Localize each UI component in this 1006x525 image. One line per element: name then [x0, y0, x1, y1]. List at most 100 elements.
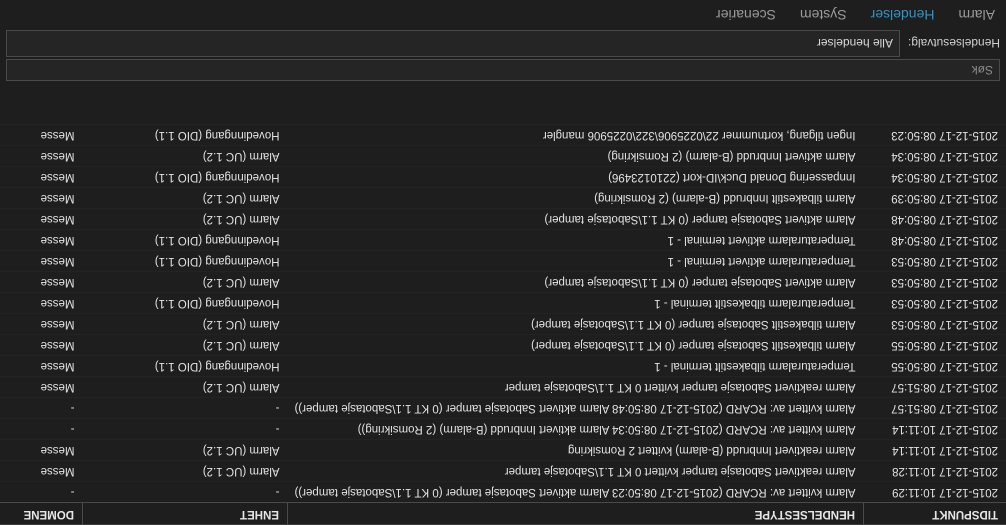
cell-event-type: Temperaturalarm tilbakestilt terminal - …: [287, 292, 864, 314]
column-header-enhet[interactable]: ENHET: [82, 502, 288, 524]
table-row[interactable]: 2015-12-17 08:50:55 Alarm tilbakestilt Sa…: [0, 334, 1006, 356]
cell-timestamp: 2015-12-17 08:50:53: [863, 292, 1006, 314]
cell-domain: Messe: [0, 271, 83, 293]
cell-timestamp: 2015-12-17 08:50:55: [863, 355, 1006, 377]
cell-domain: Messe: [0, 355, 83, 377]
cell-unit: Alarm (UC 1.2): [82, 187, 288, 209]
tab-hendelser[interactable]: Hendelser: [870, 5, 936, 25]
event-selection-dropdown[interactable]: Alle hendelser: [6, 30, 900, 57]
cell-timestamp: 2015-12-17 08:50:53: [863, 250, 1006, 272]
table-row[interactable]: 2015-12-17 08:50:48 Temperaturalarm aktiv…: [0, 229, 1006, 251]
tab-scenarier[interactable]: Scenarier: [715, 5, 777, 25]
cell-unit: Alarm (UC 1.2): [82, 313, 288, 335]
table-row[interactable]: 2015-12-17 10:11:28 Alarm reaktivert Sabo…: [0, 460, 1006, 482]
search-input[interactable]: [6, 59, 1000, 81]
cell-timestamp: 2015-12-17 08:50:48: [863, 208, 1006, 230]
event-log-table: TIDSPUNKT HENDELSESTYPE ENHET DOMENE 201…: [0, 124, 1006, 524]
cell-domain: Messe: [0, 229, 83, 251]
table-row[interactable]: 2015-12-17 08:50:23 Ingen tilgang, kortnu…: [0, 124, 1006, 146]
cell-event-type: Temperaturalarm aktivert terminal - 1: [287, 229, 864, 251]
cell-event-type: Alarm kvittert av: RCARD (2015-12-17 08:…: [287, 397, 864, 419]
cell-timestamp: 2015-12-17 10:11:14: [863, 418, 1006, 440]
filter-row: Hendelsesutvalg: Alle hendelser: [0, 30, 1006, 57]
cell-timestamp: 2015-12-17 08:50:53: [863, 313, 1006, 335]
cell-unit: Alarm (UC 1.2): [82, 334, 288, 356]
cell-unit: -: [82, 481, 288, 503]
cell-event-type: Alarm aktivert Sabotasje tamper (0 KT 1.…: [287, 271, 864, 293]
cell-domain: Messe: [0, 250, 83, 272]
table-row[interactable]: 2015-12-17 08:50:34 Alarm aktivert Innbru…: [0, 145, 1006, 167]
cell-domain: -: [0, 481, 83, 503]
cell-unit: Hovedinngang (DIO 1.1): [82, 292, 288, 314]
table-row[interactable]: 2015-12-17 08:50:34 Innpassering Donald D…: [0, 166, 1006, 188]
cell-event-type: Temperaturalarm aktivert terminal - 1: [287, 250, 864, 272]
cell-timestamp: 2015-12-17 10:11:14: [863, 439, 1006, 461]
table-row[interactable]: 2015-12-17 08:50:53 Temperaturalarm aktiv…: [0, 250, 1006, 272]
column-header-hendelsestype[interactable]: HENDELSESTYPE: [287, 502, 864, 524]
cell-unit: Alarm (UC 1.2): [82, 460, 288, 482]
table-row[interactable]: 2015-12-17 08:51:57 Alarm kvittert av: RC…: [0, 397, 1006, 419]
event-table-body: 2015-12-17 10:11:29 Alarm kvittert av: RC…: [0, 124, 1006, 503]
cell-event-type: Alarm reaktivert Sabotasje tamper kvitte…: [287, 460, 864, 482]
cell-unit: -: [82, 397, 288, 419]
tab-alarm[interactable]: Alarm: [957, 5, 996, 25]
table-row[interactable]: 2015-12-17 08:50:53 Alarm tilbakestilt Sa…: [0, 313, 1006, 335]
search-row: [0, 57, 1006, 81]
cell-event-type: Alarm tilbakestilt Innbrudd (B-alarm) (2…: [287, 187, 864, 209]
cell-unit: Alarm (UC 1.2): [82, 145, 288, 167]
cell-timestamp: 2015-12-17 08:50:34: [863, 145, 1006, 167]
cell-domain: Messe: [0, 292, 83, 314]
cell-unit: Hovedinngang (DIO 1.1): [82, 229, 288, 251]
cell-domain: -: [0, 418, 83, 440]
table-row[interactable]: 2015-12-17 08:50:53 Temperaturalarm tilba…: [0, 292, 1006, 314]
column-header-tidspunkt[interactable]: TIDSPUNKT: [863, 502, 1006, 524]
event-table-header: TIDSPUNKT HENDELSESTYPE ENHET DOMENE: [0, 502, 1006, 524]
header-row: TIDSPUNKT HENDELSESTYPE ENHET DOMENE: [0, 502, 1006, 524]
cell-event-type: Innpassering Donald Duck\ID-kort (221012…: [287, 166, 864, 188]
event-table-container[interactable]: TIDSPUNKT HENDELSESTYPE ENHET DOMENE 201…: [0, 81, 1006, 525]
cell-event-type: Alarm aktivert Innbrudd (B-alarm) (2 Rom…: [287, 145, 864, 167]
cell-timestamp: 2015-12-17 08:51:57: [863, 376, 1006, 398]
cell-unit: Hovedinngang (DIO 1.1): [82, 250, 288, 272]
cell-domain: Messe: [0, 208, 83, 230]
cell-timestamp: 2015-12-17 08:50:48: [863, 229, 1006, 251]
table-row[interactable]: 2015-12-17 10:11:14 Alarm reaktivert Innb…: [0, 439, 1006, 461]
cell-event-type: Alarm reaktivert Innbrudd (B-alarm) kvit…: [287, 439, 864, 461]
table-row[interactable]: 2015-12-17 08:51:57 Alarm reaktivert Sabo…: [0, 376, 1006, 398]
cell-unit: Hovedinngang (DIO 1.1): [82, 355, 288, 377]
event-log-application: TIDSPUNKT HENDELSESTYPE ENHET DOMENE 201…: [0, 0, 1006, 525]
cell-timestamp: 2015-12-17 08:50:23: [863, 124, 1006, 146]
cell-timestamp: 2015-12-17 08:50:53: [863, 271, 1006, 293]
cell-unit: Hovedinngang (DIO 1.1): [82, 124, 288, 146]
cell-unit: Alarm (UC 1.2): [82, 208, 288, 230]
cell-timestamp: 2015-12-17 10:11:29: [863, 481, 1006, 503]
main-tabbar: Alarm Hendelser System Scenarier: [0, 0, 1006, 30]
cell-timestamp: 2015-12-17 08:50:55: [863, 334, 1006, 356]
cell-domain: Messe: [0, 313, 83, 335]
cell-event-type: Alarm kvittert av: RCARD (2015-12-17 08:…: [287, 418, 864, 440]
cell-timestamp: 2015-12-17 10:11:28: [863, 460, 1006, 482]
cell-timestamp: 2015-12-17 08:50:34: [863, 166, 1006, 188]
table-row[interactable]: 2015-12-17 10:11:14 Alarm kvittert av: RC…: [0, 418, 1006, 440]
cell-domain: Messe: [0, 376, 83, 398]
cell-unit: Alarm (UC 1.2): [82, 439, 288, 461]
cell-timestamp: 2015-12-17 08:50:39: [863, 187, 1006, 209]
table-row[interactable]: 2015-12-17 08:50:55 Temperaturalarm tilba…: [0, 355, 1006, 377]
cell-event-type: Alarm kvittert av: RCARD (2015-12-17 08:…: [287, 481, 864, 503]
filter-label: Hendelsesutvalg:: [907, 36, 1000, 51]
cell-timestamp: 2015-12-17 08:51:57: [863, 397, 1006, 419]
table-row[interactable]: 2015-12-17 08:50:48 Alarm aktivert Sabota…: [0, 208, 1006, 230]
cell-unit: Alarm (UC 1.2): [82, 271, 288, 293]
table-row[interactable]: 2015-12-17 08:50:39 Alarm tilbakestilt In…: [0, 187, 1006, 209]
cell-unit: Alarm (UC 1.2): [82, 376, 288, 398]
table-row[interactable]: 2015-12-17 10:11:29 Alarm kvittert av: RC…: [0, 481, 1006, 503]
cell-event-type: Alarm reaktivert Sabotasje tamper kvitte…: [287, 376, 864, 398]
cell-domain: Messe: [0, 166, 83, 188]
cell-event-type: Temperaturalarm tilbakestilt terminal - …: [287, 355, 864, 377]
table-row[interactable]: 2015-12-17 08:50:53 Alarm aktivert Sabota…: [0, 271, 1006, 293]
cell-domain: Messe: [0, 145, 83, 167]
column-header-domene[interactable]: DOMENE: [0, 502, 83, 524]
cell-domain: Messe: [0, 460, 83, 482]
rotated-viewport: TIDSPUNKT HENDELSESTYPE ENHET DOMENE 201…: [0, 0, 1006, 525]
tab-system[interactable]: System: [799, 5, 848, 25]
